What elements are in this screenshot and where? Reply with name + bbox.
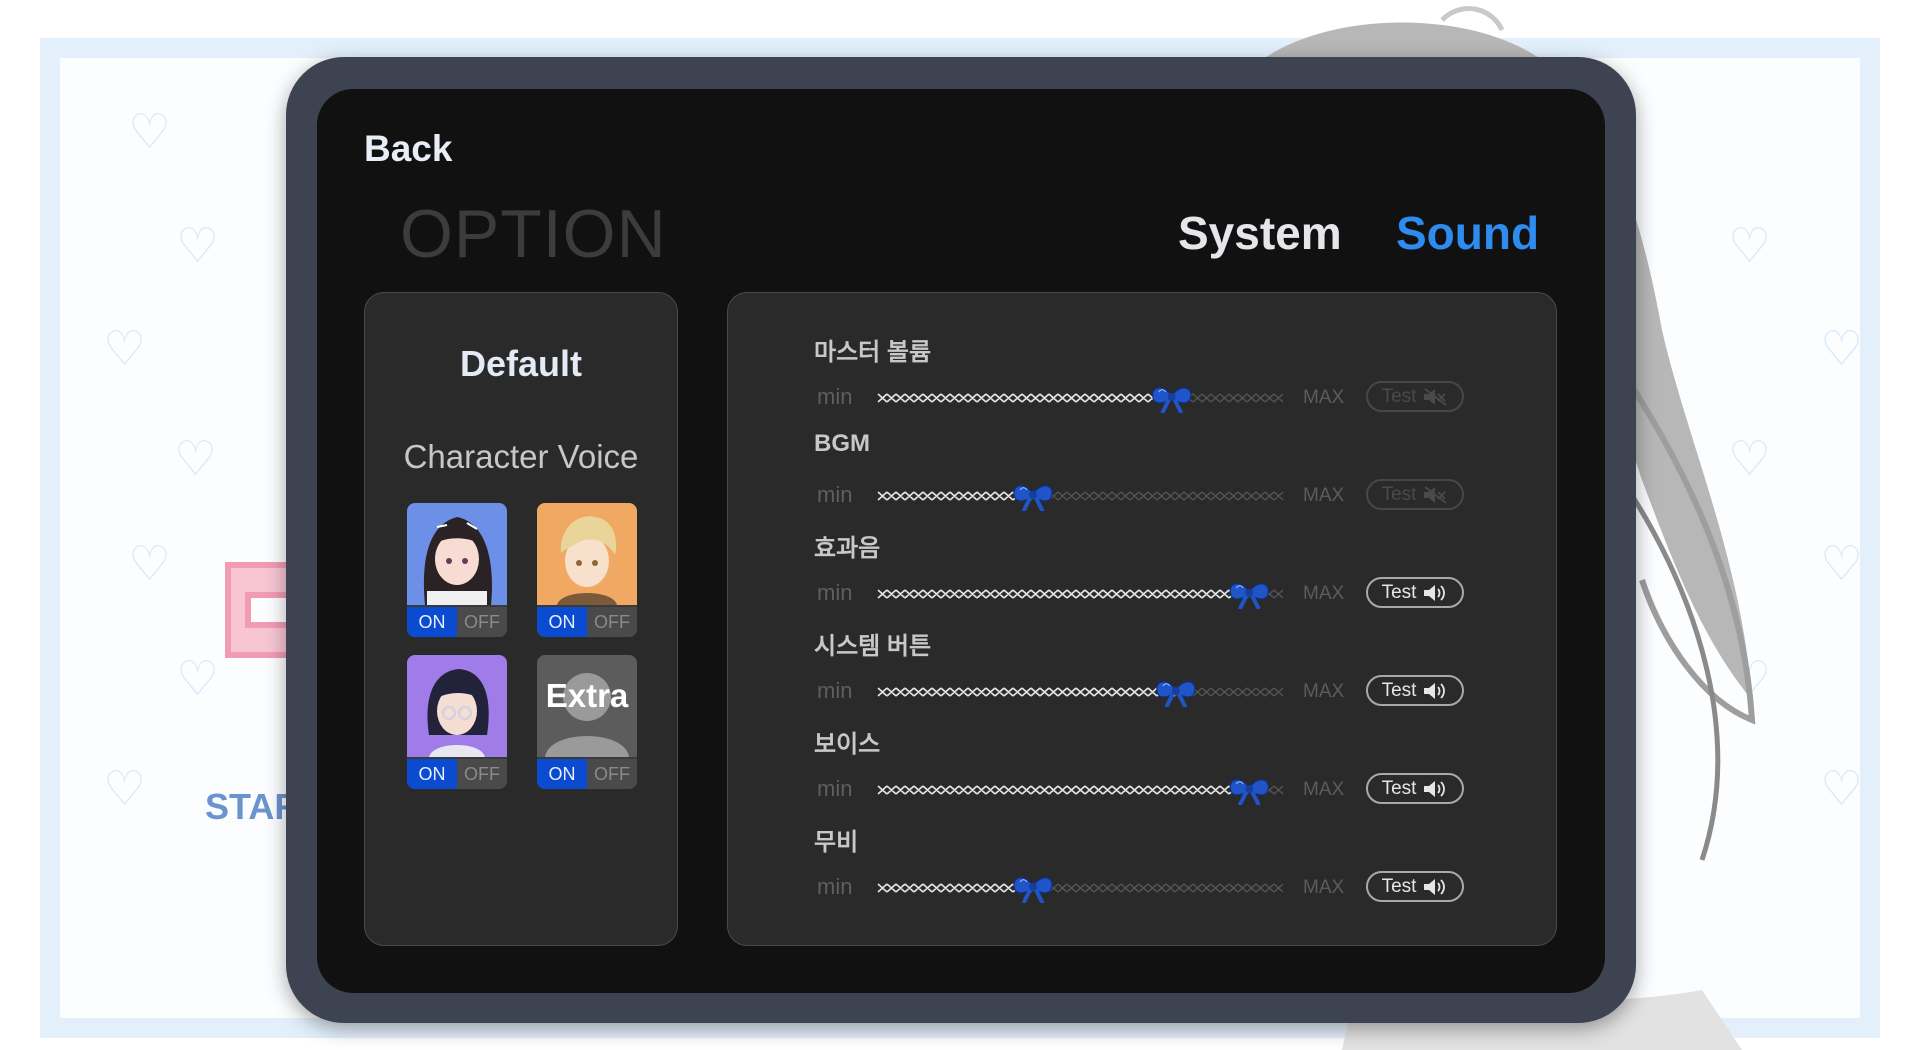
- test-button[interactable]: Test: [1366, 577, 1464, 608]
- character-voice-label: Character Voice: [403, 438, 639, 475]
- toggle-off-button[interactable]: OFF: [587, 607, 637, 637]
- test-label: Test: [1381, 483, 1417, 505]
- glasses-girl-portrait: [407, 655, 507, 757]
- volume-row-label: 보이스: [814, 731, 881, 758]
- back-button[interactable]: Back: [364, 128, 452, 170]
- volume-slider[interactable]: [872, 775, 1292, 805]
- toggle-on-button[interactable]: ON: [407, 759, 457, 789]
- extra-label: Extra: [545, 677, 629, 714]
- slider-track-empty: [1030, 491, 1284, 501]
- character-card-extra: Extra ON OFF: [537, 655, 637, 789]
- min-label: min: [817, 874, 853, 899]
- test-label: Test: [1381, 679, 1417, 701]
- ribbon-knob-icon[interactable]: [1013, 877, 1053, 903]
- default-button[interactable]: Default: [365, 343, 677, 385]
- min-label: min: [817, 384, 853, 409]
- toggle-on-button[interactable]: ON: [537, 607, 587, 637]
- volume-slider[interactable]: [872, 677, 1292, 707]
- min-label: min: [817, 678, 853, 703]
- speaker-icon: [1424, 682, 1446, 699]
- toggle-off-button[interactable]: OFF: [457, 607, 507, 637]
- speaker-muted-icon: [1424, 485, 1447, 504]
- min-label: min: [817, 580, 853, 605]
- volume-row-label: 무비: [814, 829, 859, 856]
- volume-row-label: BGM: [814, 430, 870, 457]
- volume-row-label: 마스터 볼륨: [814, 339, 932, 366]
- volume-row-label: 효과음: [814, 535, 881, 562]
- toggle-off-button[interactable]: OFF: [457, 759, 507, 789]
- max-label: MAX: [1303, 583, 1345, 604]
- test-button[interactable]: Test: [1366, 871, 1464, 902]
- volume-slider[interactable]: [872, 873, 1292, 903]
- voice-toggle: ON OFF: [407, 759, 507, 789]
- max-label: MAX: [1303, 485, 1345, 506]
- ribbon-knob-icon[interactable]: [1013, 485, 1053, 511]
- voice-toggle: ON OFF: [537, 607, 637, 637]
- slider-track-filled: [877, 589, 1248, 599]
- slider-track-filled: [877, 785, 1248, 795]
- volume-row-label: 시스템 버튼: [814, 633, 932, 660]
- speaker-icon: [1424, 878, 1446, 895]
- character-card-2: ON OFF: [537, 503, 637, 637]
- min-label: min: [817, 482, 853, 507]
- heart-icon: ♡: [1820, 761, 1864, 817]
- test-label: Test: [1381, 385, 1417, 407]
- blond-boy-portrait: [537, 503, 637, 605]
- heart-icon: ♡: [103, 761, 147, 817]
- max-label: MAX: [1303, 779, 1345, 800]
- slider-track-filled: [877, 393, 1167, 403]
- speaker-muted-icon: [1424, 387, 1447, 406]
- test-button[interactable]: Test: [1366, 479, 1464, 510]
- voice-toggle: ON OFF: [407, 607, 507, 637]
- max-label: MAX: [1303, 877, 1345, 898]
- toggle-on-button[interactable]: ON: [407, 607, 457, 637]
- heart-icon: ♡: [1820, 536, 1864, 592]
- heart-icon: ♡: [174, 431, 218, 487]
- ribbon-knob-icon[interactable]: [1229, 583, 1269, 609]
- character-card-1: ON OFF: [407, 503, 507, 637]
- tab-system[interactable]: System: [1178, 206, 1342, 260]
- toggle-off-button[interactable]: OFF: [587, 759, 637, 789]
- ribbon-knob-icon[interactable]: [1156, 681, 1196, 707]
- test-button[interactable]: Test: [1366, 675, 1464, 706]
- max-label: MAX: [1303, 681, 1345, 702]
- speaker-icon: [1424, 780, 1446, 797]
- dark-haired-girl-portrait: [407, 503, 507, 605]
- min-label: min: [817, 776, 853, 801]
- heart-icon: ♡: [176, 218, 220, 274]
- test-button[interactable]: Test: [1366, 773, 1464, 804]
- speaker-icon: [1424, 584, 1446, 601]
- test-label: Test: [1381, 875, 1417, 897]
- test-button[interactable]: Test: [1366, 381, 1464, 412]
- heart-icon: ♡: [128, 536, 172, 592]
- volume-slider[interactable]: [872, 383, 1292, 413]
- page-title: OPTION: [400, 196, 667, 272]
- volume-slider[interactable]: [872, 579, 1292, 609]
- test-label: Test: [1381, 777, 1417, 799]
- tab-sound[interactable]: Sound: [1396, 206, 1539, 260]
- slider-track-empty: [1030, 883, 1284, 893]
- voice-toggle: ON OFF: [537, 759, 637, 789]
- volume-slider[interactable]: [872, 481, 1292, 511]
- slider-track-filled: [877, 687, 1176, 697]
- ribbon-knob-icon[interactable]: [1152, 387, 1192, 413]
- toggle-on-button[interactable]: ON: [537, 759, 587, 789]
- heart-icon: ♡: [128, 104, 172, 160]
- max-label: MAX: [1303, 387, 1345, 408]
- ribbon-knob-icon[interactable]: [1229, 779, 1269, 805]
- test-label: Test: [1381, 581, 1417, 603]
- slider-track-filled: [877, 491, 1032, 501]
- character-voice-panel: Default Character Voice ON OFF ON OFF ON…: [364, 292, 678, 946]
- heart-icon: ♡: [1820, 321, 1864, 377]
- heart-icon: ♡: [103, 321, 147, 377]
- slider-track-filled: [877, 883, 1032, 893]
- heart-icon: ♡: [176, 651, 220, 707]
- character-card-3: ON OFF: [407, 655, 507, 789]
